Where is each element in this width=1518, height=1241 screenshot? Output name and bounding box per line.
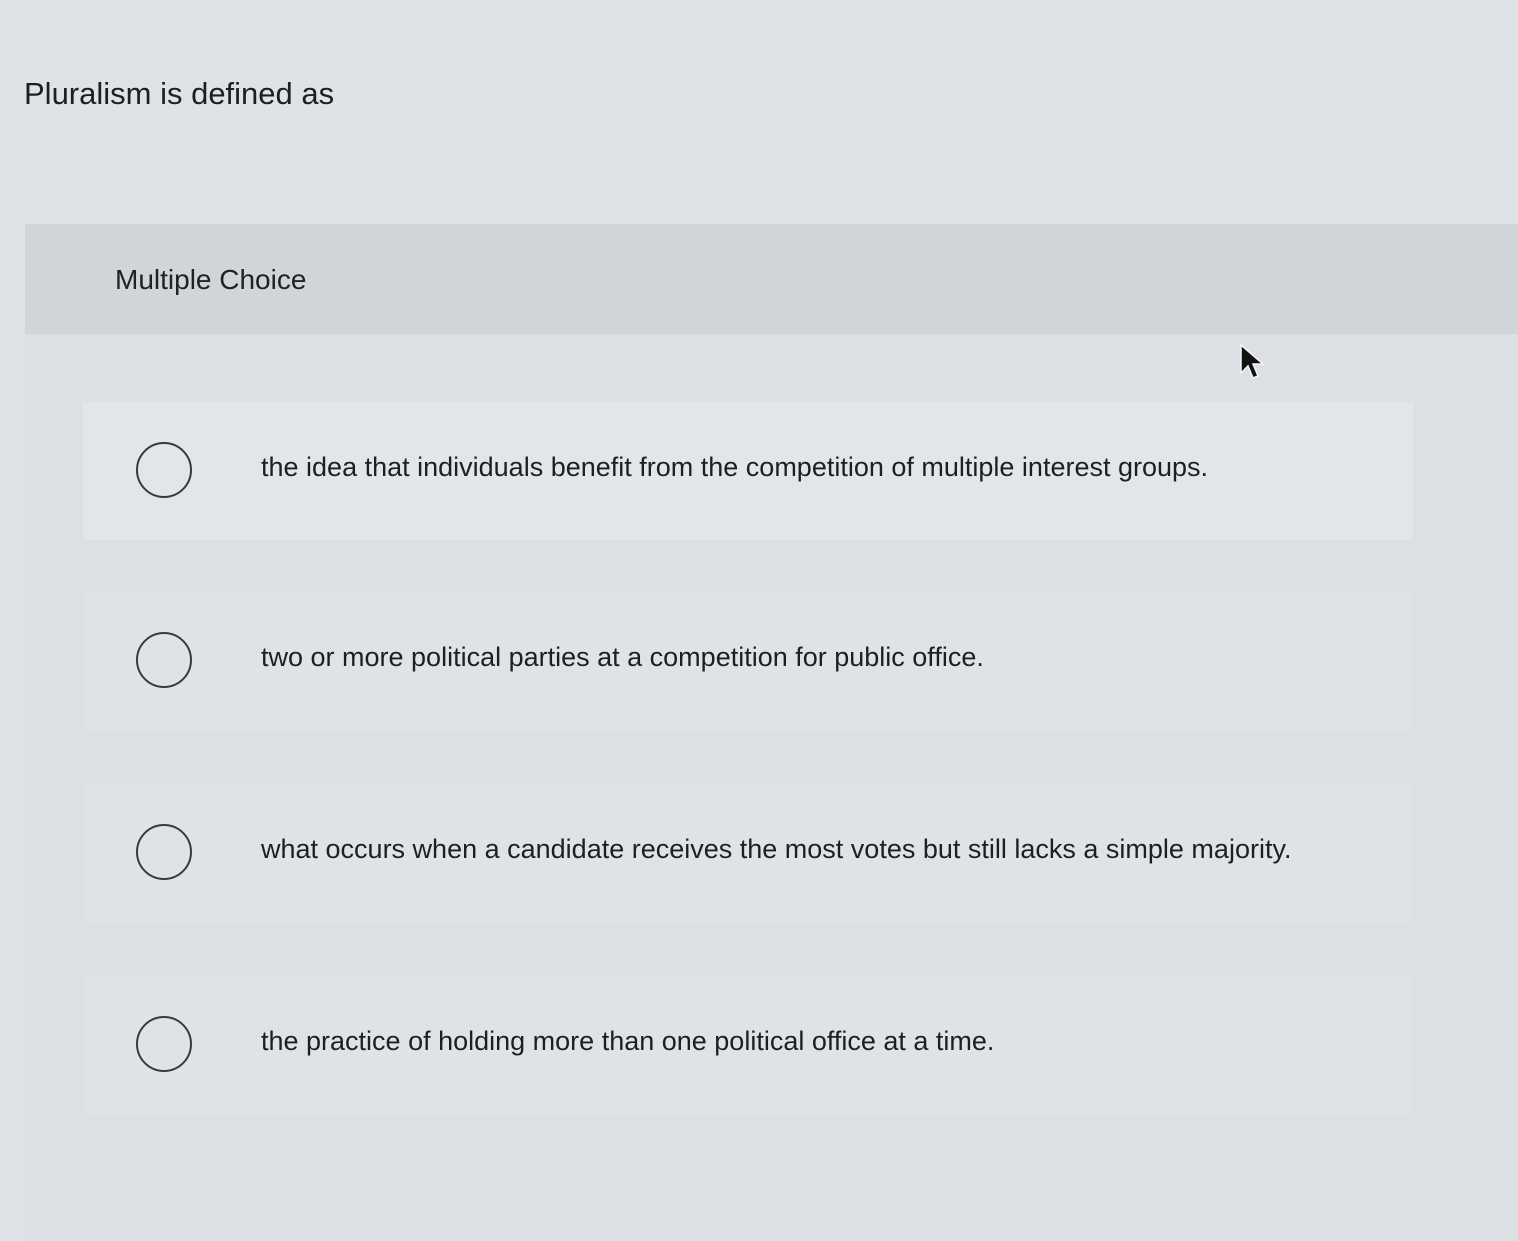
radio-unselected-icon[interactable] [136, 1016, 192, 1072]
radio-unselected-icon[interactable] [136, 824, 192, 880]
option-1-label[interactable]: the idea that individuals benefit from t… [261, 452, 1208, 483]
options-list: the idea that individuals benefit from t… [25, 334, 1518, 1241]
option-2[interactable]: two or more political parties at a compe… [83, 592, 1413, 730]
radio-unselected-icon[interactable] [136, 632, 192, 688]
option-4-label[interactable]: the practice of holding more than one po… [261, 1026, 994, 1057]
option-3[interactable]: what occurs when a candidate receives th… [83, 784, 1413, 922]
panel-title: Multiple Choice [115, 264, 307, 295]
option-3-label[interactable]: what occurs when a candidate receives th… [261, 834, 1291, 865]
question-prompt: Pluralism is defined as [24, 76, 335, 111]
option-4[interactable]: the practice of holding more than one po… [83, 976, 1413, 1114]
multiple-choice-panel: Multiple Choice the idea that individual… [25, 224, 1518, 1241]
radio-unselected-icon[interactable] [136, 442, 192, 498]
option-2-label[interactable]: two or more political parties at a compe… [261, 642, 984, 673]
panel-header: Multiple Choice [25, 224, 1518, 334]
option-1[interactable]: the idea that individuals benefit from t… [83, 402, 1413, 540]
mouse-pointer-icon [1240, 343, 1266, 379]
